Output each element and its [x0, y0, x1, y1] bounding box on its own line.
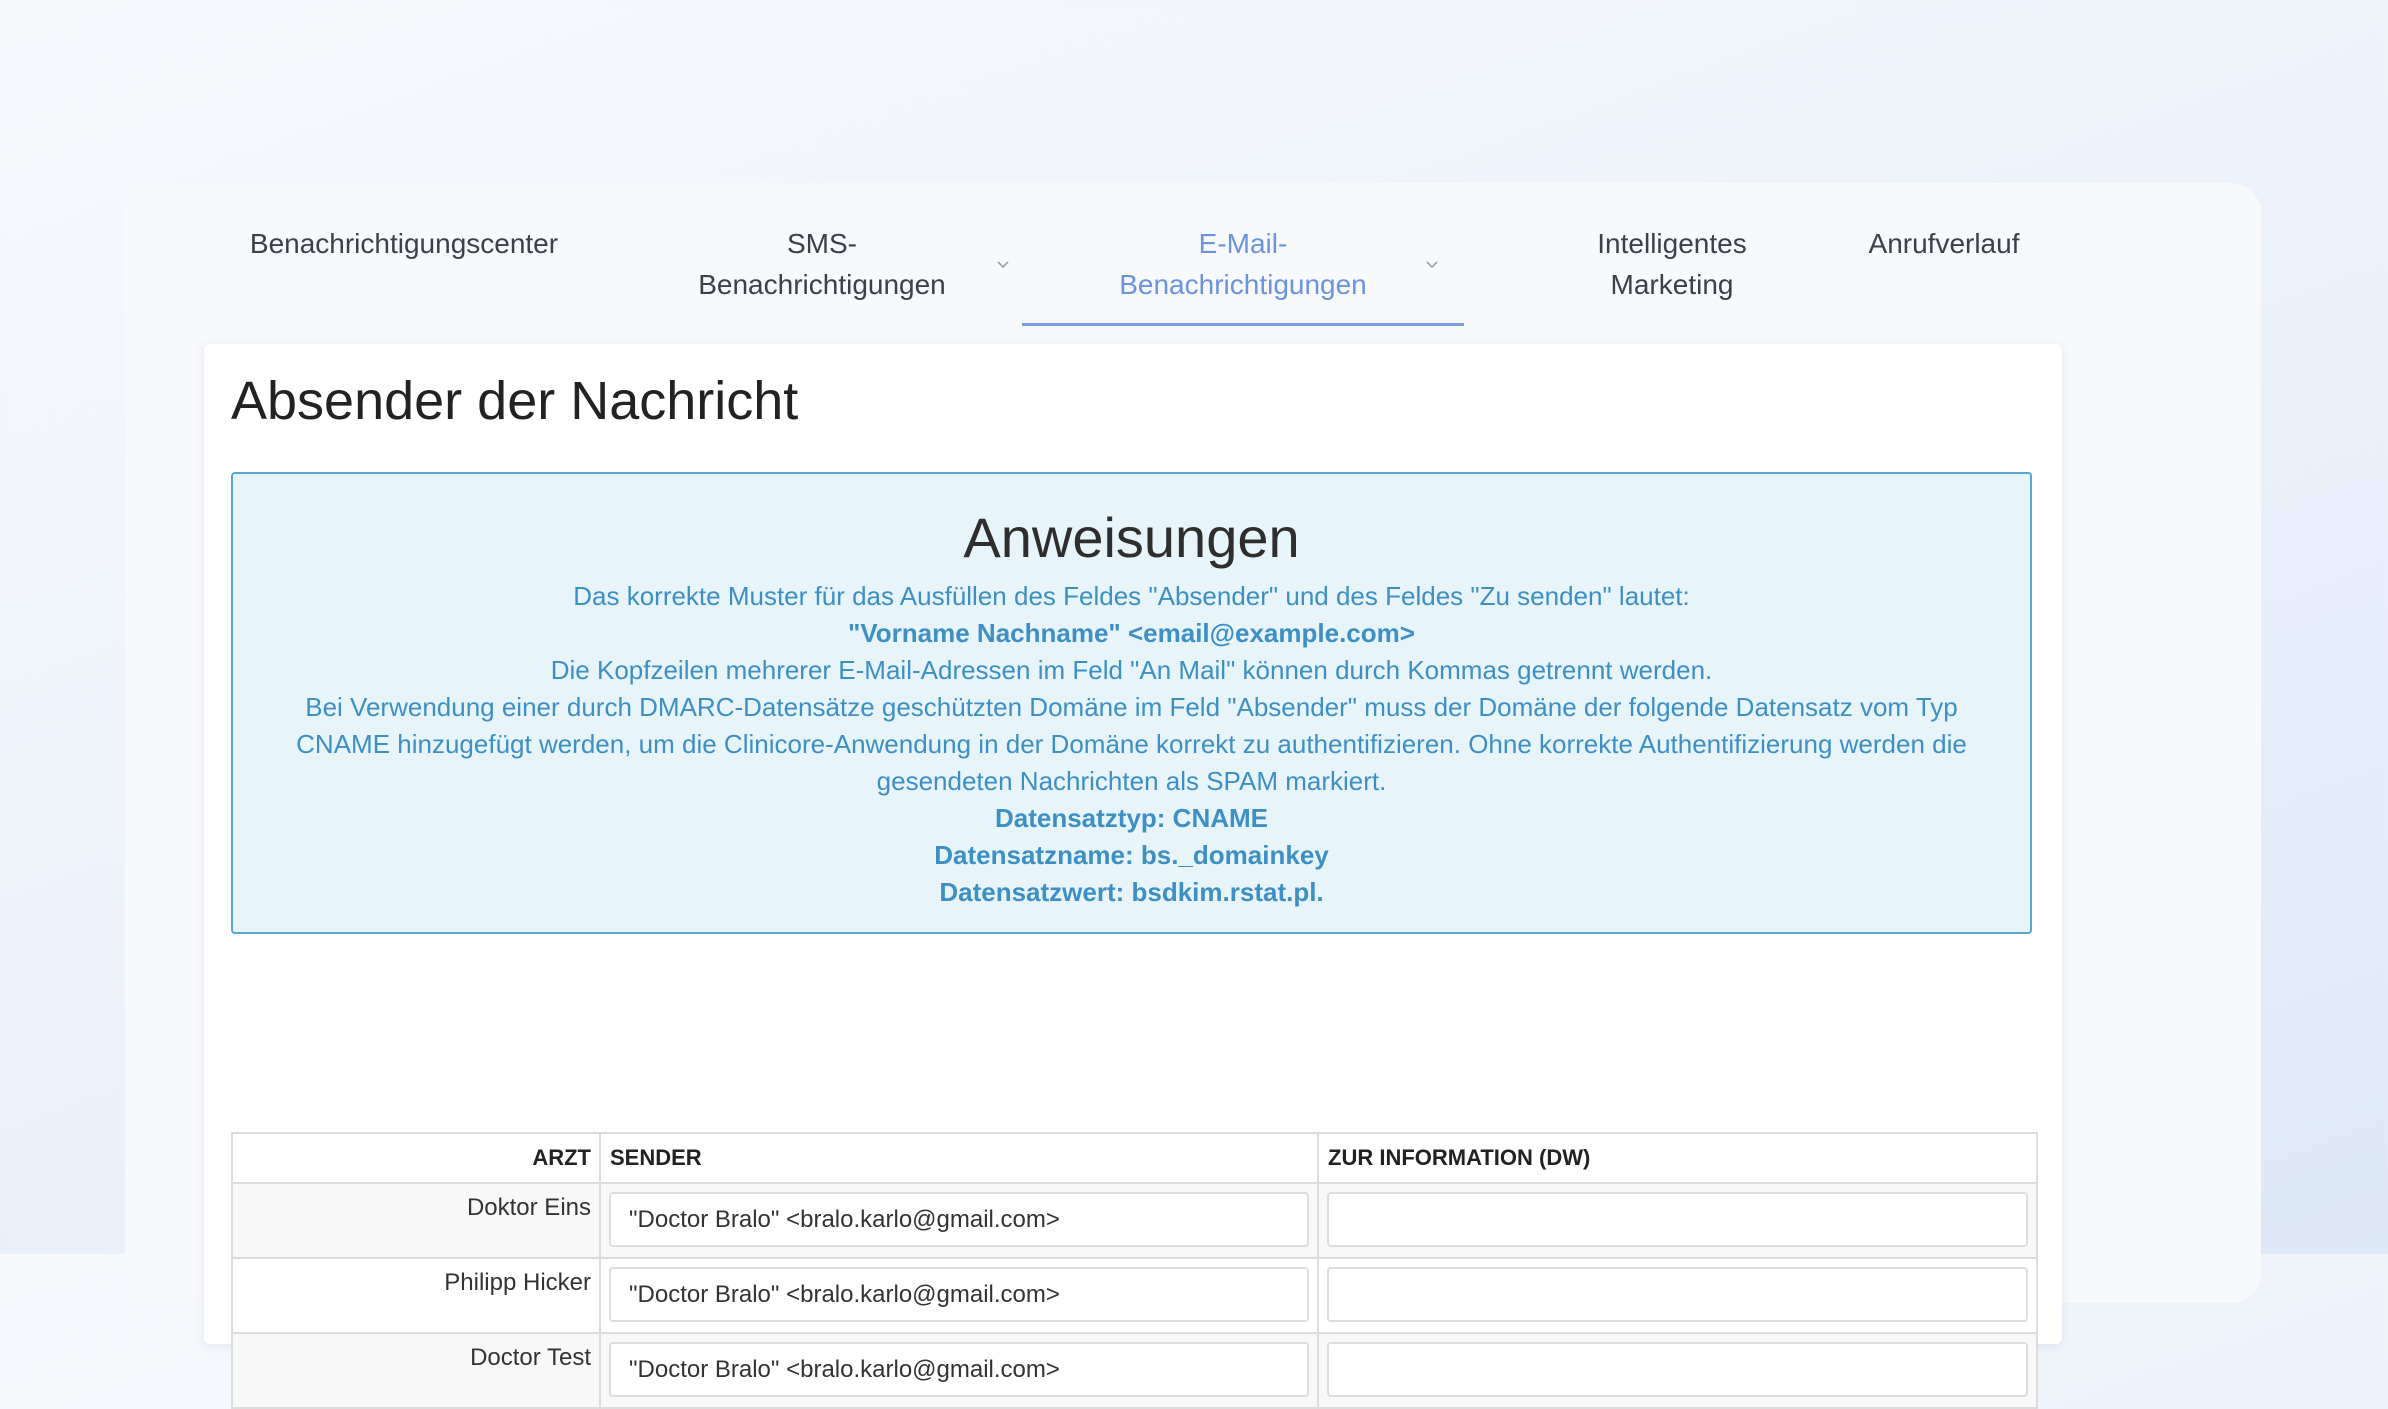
- table-row: Doctor Test "Doctor Bralo" <bralo.karlo@…: [231, 1332, 2038, 1409]
- tab-call-history[interactable]: Anrufverlauf: [1839, 223, 2049, 264]
- sender-cell: "Doctor Bralo" <bralo.karlo@gmail.com>: [599, 1182, 1319, 1259]
- chevron-down-icon[interactable]: [1425, 258, 1439, 272]
- tab-label: SMS-: [787, 228, 857, 259]
- tab-sms-notifications[interactable]: SMS- Benachrichtigungen: [657, 223, 1009, 305]
- sender-cell: "Doctor Bralo" <bralo.karlo@gmail.com>: [599, 1257, 1319, 1334]
- chevron-down-icon[interactable]: [996, 258, 1010, 272]
- instructions-title: Anweisungen: [963, 506, 1300, 569]
- record-type: Datensatztyp: CNAME: [994, 803, 1269, 833]
- cc-cell: [1317, 1182, 2038, 1259]
- instruction-line: Bei Verwendung einer durch DMARC-Datensä…: [296, 692, 1967, 796]
- cc-input[interactable]: [1327, 1267, 2028, 1322]
- tab-label: Benachrichtigungen: [1119, 269, 1367, 300]
- column-header-doctor: ARZT: [231, 1132, 601, 1184]
- tab-email-notifications[interactable]: E-Mail- Benachrichtigungen: [1078, 223, 1438, 305]
- record-value: Datensatzwert: bsdkim.rstat.pl.: [939, 877, 1324, 907]
- message-sender-card: Absender der Nachricht Anweisungen Das k…: [204, 344, 2062, 1409]
- sender-table: ARZT SENDER ZUR INFORMATION (DW) Doktor …: [231, 1132, 2038, 1409]
- doctor-name: Philipp Hicker: [231, 1257, 601, 1334]
- page-title: Absender der Nachricht: [231, 371, 799, 431]
- active-tab-indicator: [1022, 323, 1464, 326]
- tab-label: E-Mail-: [1198, 228, 1288, 259]
- instruction-pattern: "Vorname Nachname" <email@example.com>: [848, 618, 1415, 648]
- cc-cell: [1317, 1332, 2038, 1409]
- instruction-line: Das korrekte Muster für das Ausfüllen de…: [573, 581, 1690, 611]
- cc-input[interactable]: [1327, 1192, 2028, 1247]
- sender-input[interactable]: "Doctor Bralo" <bralo.karlo@gmail.com>: [609, 1267, 1309, 1322]
- sender-input[interactable]: "Doctor Bralo" <bralo.karlo@gmail.com>: [609, 1192, 1309, 1247]
- cc-cell: [1317, 1257, 2038, 1334]
- top-navigation: Benachrichtigungscenter SMS- Benachricht…: [125, 183, 2261, 328]
- instructions-text: Das korrekte Muster für das Ausfüllen de…: [233, 578, 2030, 911]
- sender-cell: "Doctor Bralo" <bralo.karlo@gmail.com>: [599, 1332, 1319, 1409]
- tab-label: Benachrichtigungscenter: [249, 228, 559, 259]
- tab-label: Benachrichtigungen: [698, 269, 946, 300]
- table-row: Philipp Hicker "Doctor Bralo" <bralo.kar…: [231, 1257, 2038, 1334]
- tab-label: Anrufverlauf: [1868, 228, 2020, 259]
- tab-notification-center[interactable]: Benachrichtigungscenter: [239, 223, 569, 264]
- table-header-row: ARZT SENDER ZUR INFORMATION (DW): [231, 1132, 2038, 1184]
- instruction-line: Die Kopfzeilen mehrerer E-Mail-Adressen …: [550, 655, 1713, 685]
- column-header-cc: ZUR INFORMATION (DW): [1317, 1132, 2038, 1184]
- tab-label: Intelligentes: [1597, 228, 1747, 259]
- doctor-name: Doctor Test: [231, 1332, 601, 1409]
- sender-input[interactable]: "Doctor Bralo" <bralo.karlo@gmail.com>: [609, 1342, 1309, 1397]
- table-row: Doktor Eins "Doctor Bralo" <bralo.karlo@…: [231, 1182, 2038, 1259]
- cc-input[interactable]: [1327, 1342, 2028, 1397]
- tab-intelligent-marketing[interactable]: Intelligentes Marketing: [1547, 223, 1797, 305]
- tab-label: Marketing: [1610, 269, 1734, 300]
- notification-panel: Benachrichtigungscenter SMS- Benachricht…: [125, 183, 2261, 1409]
- record-name: Datensatzname: bs._domainkey: [934, 840, 1329, 870]
- column-header-sender: SENDER: [599, 1132, 1319, 1184]
- doctor-name: Doktor Eins: [231, 1182, 601, 1259]
- instructions-box: Anweisungen Das korrekte Muster für das …: [231, 472, 2032, 934]
